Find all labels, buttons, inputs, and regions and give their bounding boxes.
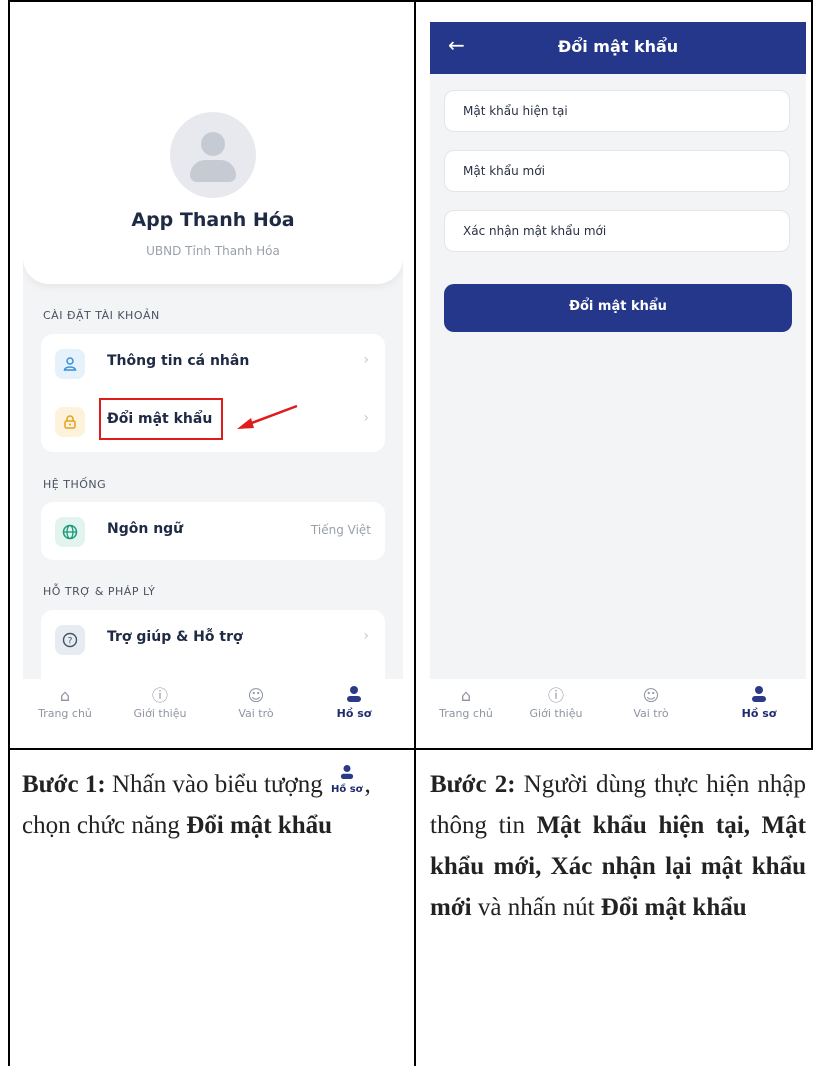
menu-item-change-password[interactable]: Đổi mật khẩu ›	[41, 392, 385, 450]
table-border-middle	[414, 0, 416, 1066]
avatar[interactable]	[170, 112, 256, 198]
table-border-left	[8, 0, 10, 1066]
section-title-support: HỖ TRỢ & PHÁP LÝ	[43, 585, 156, 598]
caption-text: Nhấn vào biểu tượng	[105, 771, 329, 798]
svg-text:?: ?	[68, 637, 73, 647]
tab-label: Giới thiệu	[529, 707, 583, 720]
tab-label: Vai trò	[238, 707, 274, 720]
menu-item-personal-info[interactable]: Thông tin cá nhân ›	[41, 334, 385, 392]
tab-about[interactable]: ⓘ Giới thiệu	[516, 685, 596, 720]
info-icon: ⓘ	[547, 686, 564, 705]
app-subtitle: UBND Tỉnh Thanh Hóa	[146, 244, 280, 258]
tab-profile[interactable]: Hồ sơ	[719, 685, 799, 720]
confirm-password-field[interactable]: Xác nhận mật khẩu mới	[444, 210, 790, 252]
globe-icon	[55, 517, 85, 547]
step-label: Bước 1:	[22, 771, 106, 798]
account-menu-card: Thông tin cá nhân › Đổi mật khẩu ›	[41, 334, 385, 452]
section-title-account: CÀI ĐẶT TÀI KHOẢN	[43, 309, 160, 322]
change-password-screen: ← Đổi mật khẩu Mật khẩu hiện tại Mật khẩ…	[430, 22, 806, 739]
tab-home[interactable]: ⌂ Trang chủ	[25, 685, 105, 720]
caption-bold: Đổi mật khẩu	[186, 812, 333, 839]
tab-about[interactable]: ⓘ Giới thiệu	[120, 685, 200, 720]
chevron-right-icon: ›	[363, 352, 369, 368]
tab-home[interactable]: ⌂ Trang chủ	[430, 685, 506, 720]
user-icon	[55, 349, 85, 379]
menu-item-help[interactable]: ? Trợ giúp & Hỗ trợ ›	[41, 610, 385, 668]
highlight-box	[99, 398, 223, 440]
chevron-right-icon: ›	[363, 410, 369, 426]
info-icon: ⓘ	[151, 686, 168, 705]
profile-header: App Thanh Hóa UBND Tỉnh Thanh Hóa	[23, 22, 403, 284]
home-icon: ⌂	[59, 686, 71, 705]
help-icon: ?	[55, 625, 85, 655]
menu-item-label: Trợ giúp & Hỗ trợ	[107, 629, 243, 645]
tab-label: Trang chủ	[439, 707, 493, 720]
system-menu-card: Ngôn ngữ Tiếng Việt	[41, 502, 385, 560]
person-icon	[314, 685, 394, 707]
field-placeholder: Mật khẩu mới	[463, 164, 545, 178]
avatar-head	[201, 132, 225, 156]
field-placeholder: Xác nhận mật khẩu mới	[463, 224, 607, 238]
tab-role[interactable]: ☺ Vai trò	[216, 685, 296, 720]
home-icon: ⌂	[460, 686, 472, 705]
step2-caption: Bước 2: Người dùng thực hiện nhập thông …	[430, 764, 806, 928]
profile-tab-inline-icon: Hồ sơ	[331, 764, 363, 796]
menu-item-label: Thông tin cá nhân	[107, 353, 250, 369]
lock-icon	[55, 407, 85, 437]
tab-role[interactable]: ☺ Vai trò	[611, 685, 691, 720]
table-border-row	[8, 748, 813, 750]
page-title: Đổi mật khẩu	[557, 37, 679, 56]
language-value: Tiếng Việt	[310, 523, 371, 537]
section-title-system: HỆ THỐNG	[43, 478, 107, 491]
annotation-arrow	[237, 404, 298, 429]
current-password-field[interactable]: Mật khẩu hiện tại	[444, 90, 790, 132]
table-border-top	[8, 0, 813, 2]
new-password-field[interactable]: Mật khẩu mới	[444, 150, 790, 192]
top-nav-bar: ← Đổi mật khẩu	[430, 22, 806, 74]
chevron-right-icon: ›	[363, 628, 369, 644]
menu-item-label: Ngôn ngữ	[107, 521, 184, 537]
field-placeholder: Mật khẩu hiện tại	[463, 104, 568, 118]
caption-text: và nhấn nút	[471, 894, 601, 921]
tab-label: Giới thiệu	[133, 707, 187, 720]
tab-label: Hồ sơ	[336, 707, 372, 720]
person-icon	[719, 685, 799, 707]
tab-profile[interactable]: Hồ sơ	[314, 685, 394, 720]
avatar-body	[190, 160, 236, 182]
profile-screen: App Thanh Hóa UBND Tỉnh Thanh Hóa CÀI ĐẶ…	[23, 22, 403, 739]
caption-bold: Đổi mật khẩu	[600, 894, 747, 921]
role-icon: ☺	[247, 686, 265, 705]
bottom-tab-bar: ⌂ Trang chủ ⓘ Giới thiệu ☺ Vai trò Hồ sơ	[430, 679, 806, 739]
person-icon	[331, 764, 363, 784]
tab-label: Hồ sơ	[741, 707, 777, 720]
inline-tab-label: Hồ sơ	[330, 784, 363, 796]
role-icon: ☺	[642, 686, 660, 705]
step1-caption: Bước 1: Nhấn vào biểu tượng Hồ sơ, chọn …	[22, 764, 396, 846]
menu-item-language[interactable]: Ngôn ngữ Tiếng Việt	[41, 502, 385, 560]
bottom-tab-bar: ⌂ Trang chủ ⓘ Giới thiệu ☺ Vai trò Hồ sơ	[23, 679, 403, 739]
tab-label: Trang chủ	[38, 707, 92, 720]
step-label: Bước 2:	[430, 771, 516, 798]
tab-label: Vai trò	[633, 707, 669, 720]
app-name: App Thanh Hóa	[131, 209, 295, 231]
change-password-button[interactable]: Đổi mật khẩu	[444, 284, 792, 332]
